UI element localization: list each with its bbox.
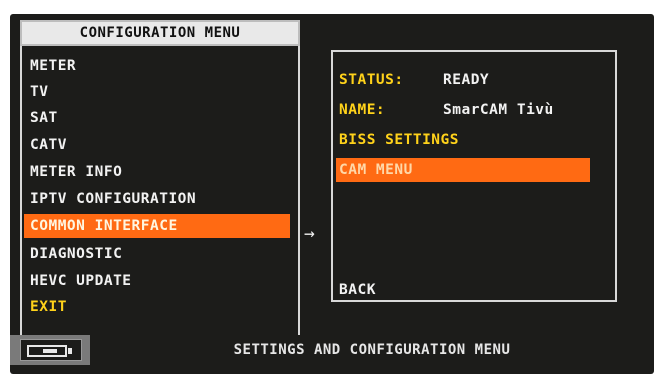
- status-bar: SETTINGS AND CONFIGURATION MENU: [10, 335, 654, 365]
- menu-item-tv[interactable]: TV: [24, 80, 290, 104]
- battery-indicator: [20, 339, 82, 361]
- cam-status-row: STATUS: READY: [339, 68, 489, 92]
- biss-settings-item[interactable]: BISS SETTINGS: [339, 128, 459, 152]
- battery-tip: [68, 348, 72, 354]
- cam-menu-item[interactable]: CAM MENU: [336, 158, 590, 182]
- configuration-menu-title: CONFIGURATION MENU: [20, 20, 300, 46]
- menu-item-exit[interactable]: EXIT: [24, 295, 290, 319]
- menu-item-meter[interactable]: METER: [24, 54, 290, 78]
- menu-item-iptv-configuration[interactable]: IPTV CONFIGURATION: [24, 187, 290, 211]
- configuration-menu: METER TV SAT CATV METER INFO IPTV CONFIG…: [20, 46, 300, 340]
- status-bar-text: SETTINGS AND CONFIGURATION MENU: [90, 335, 654, 365]
- menu-item-sat[interactable]: SAT: [24, 106, 290, 130]
- menu-item-hevc-update[interactable]: HEVC UPDATE: [24, 269, 290, 293]
- cam-status-value: READY: [443, 72, 490, 88]
- cam-panel: STATUS: READY NAME: SmarCAM Tivù BISS SE…: [331, 50, 617, 302]
- battery-fill: [43, 349, 57, 353]
- cam-name-row: NAME: SmarCAM Tivù: [339, 98, 553, 122]
- back-item[interactable]: BACK: [339, 278, 376, 302]
- cam-name-value: SmarCAM Tivù: [443, 102, 554, 118]
- menu-item-meter-info[interactable]: METER INFO: [24, 160, 290, 184]
- menu-item-diagnostic[interactable]: DIAGNOSTIC: [24, 242, 290, 266]
- cam-status-label: STATUS:: [339, 72, 404, 88]
- menu-item-common-interface[interactable]: COMMON INTERFACE: [24, 214, 290, 238]
- menu-item-catv[interactable]: CATV: [24, 133, 290, 157]
- cam-name-label: NAME:: [339, 102, 386, 118]
- battery-icon: [27, 345, 67, 357]
